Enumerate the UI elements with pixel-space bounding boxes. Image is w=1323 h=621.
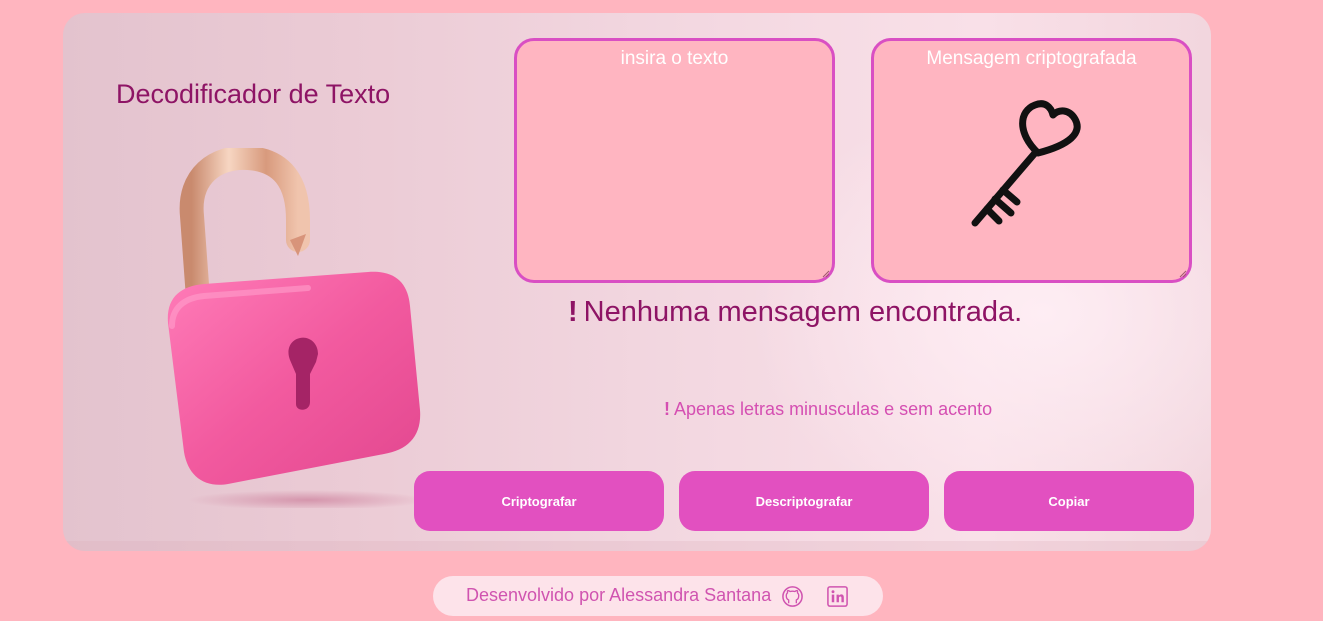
page-title: Decodificador de Texto — [116, 79, 391, 109]
github-icon[interactable] — [781, 585, 804, 608]
input-hint: ! Apenas letras minusculas e sem acento — [664, 399, 992, 420]
linkedin-icon[interactable] — [826, 585, 849, 608]
copy-button[interactable]: Copiar — [944, 471, 1194, 531]
encrypt-button[interactable]: Criptografar — [414, 471, 664, 531]
encrypted-message-area[interactable]: Mensagem criptografada — [871, 38, 1192, 283]
no-message-warning: ! Nenhuma mensagem encontrada. — [568, 296, 1022, 329]
footer-credit: Desenvolvido por Alessandra Santana — [466, 585, 772, 605]
key-icon — [971, 100, 1081, 227]
text-input-area[interactable]: insira o texto — [514, 38, 835, 283]
padlock-illustration — [167, 148, 423, 508]
resize-handle-icon[interactable] — [1179, 270, 1187, 278]
encrypted-message-title: Mensagem criptografada — [926, 48, 1137, 69]
footer: Desenvolvido por Alessandra Santana — [433, 576, 883, 616]
no-message-text: Nenhuma mensagem encontrada. — [583, 296, 1023, 328]
hint-icon: ! — [664, 399, 670, 419]
text-input-placeholder: insira o texto — [620, 48, 729, 69]
warning-icon: ! — [568, 296, 578, 328]
hint-text: Apenas letras minusculas e sem acento — [674, 399, 993, 419]
decrypt-button[interactable]: Descriptografar — [679, 471, 929, 531]
resize-handle-icon[interactable] — [822, 270, 830, 278]
main-card: Decodificador de Texto insira o texto Me… — [63, 13, 1211, 551]
